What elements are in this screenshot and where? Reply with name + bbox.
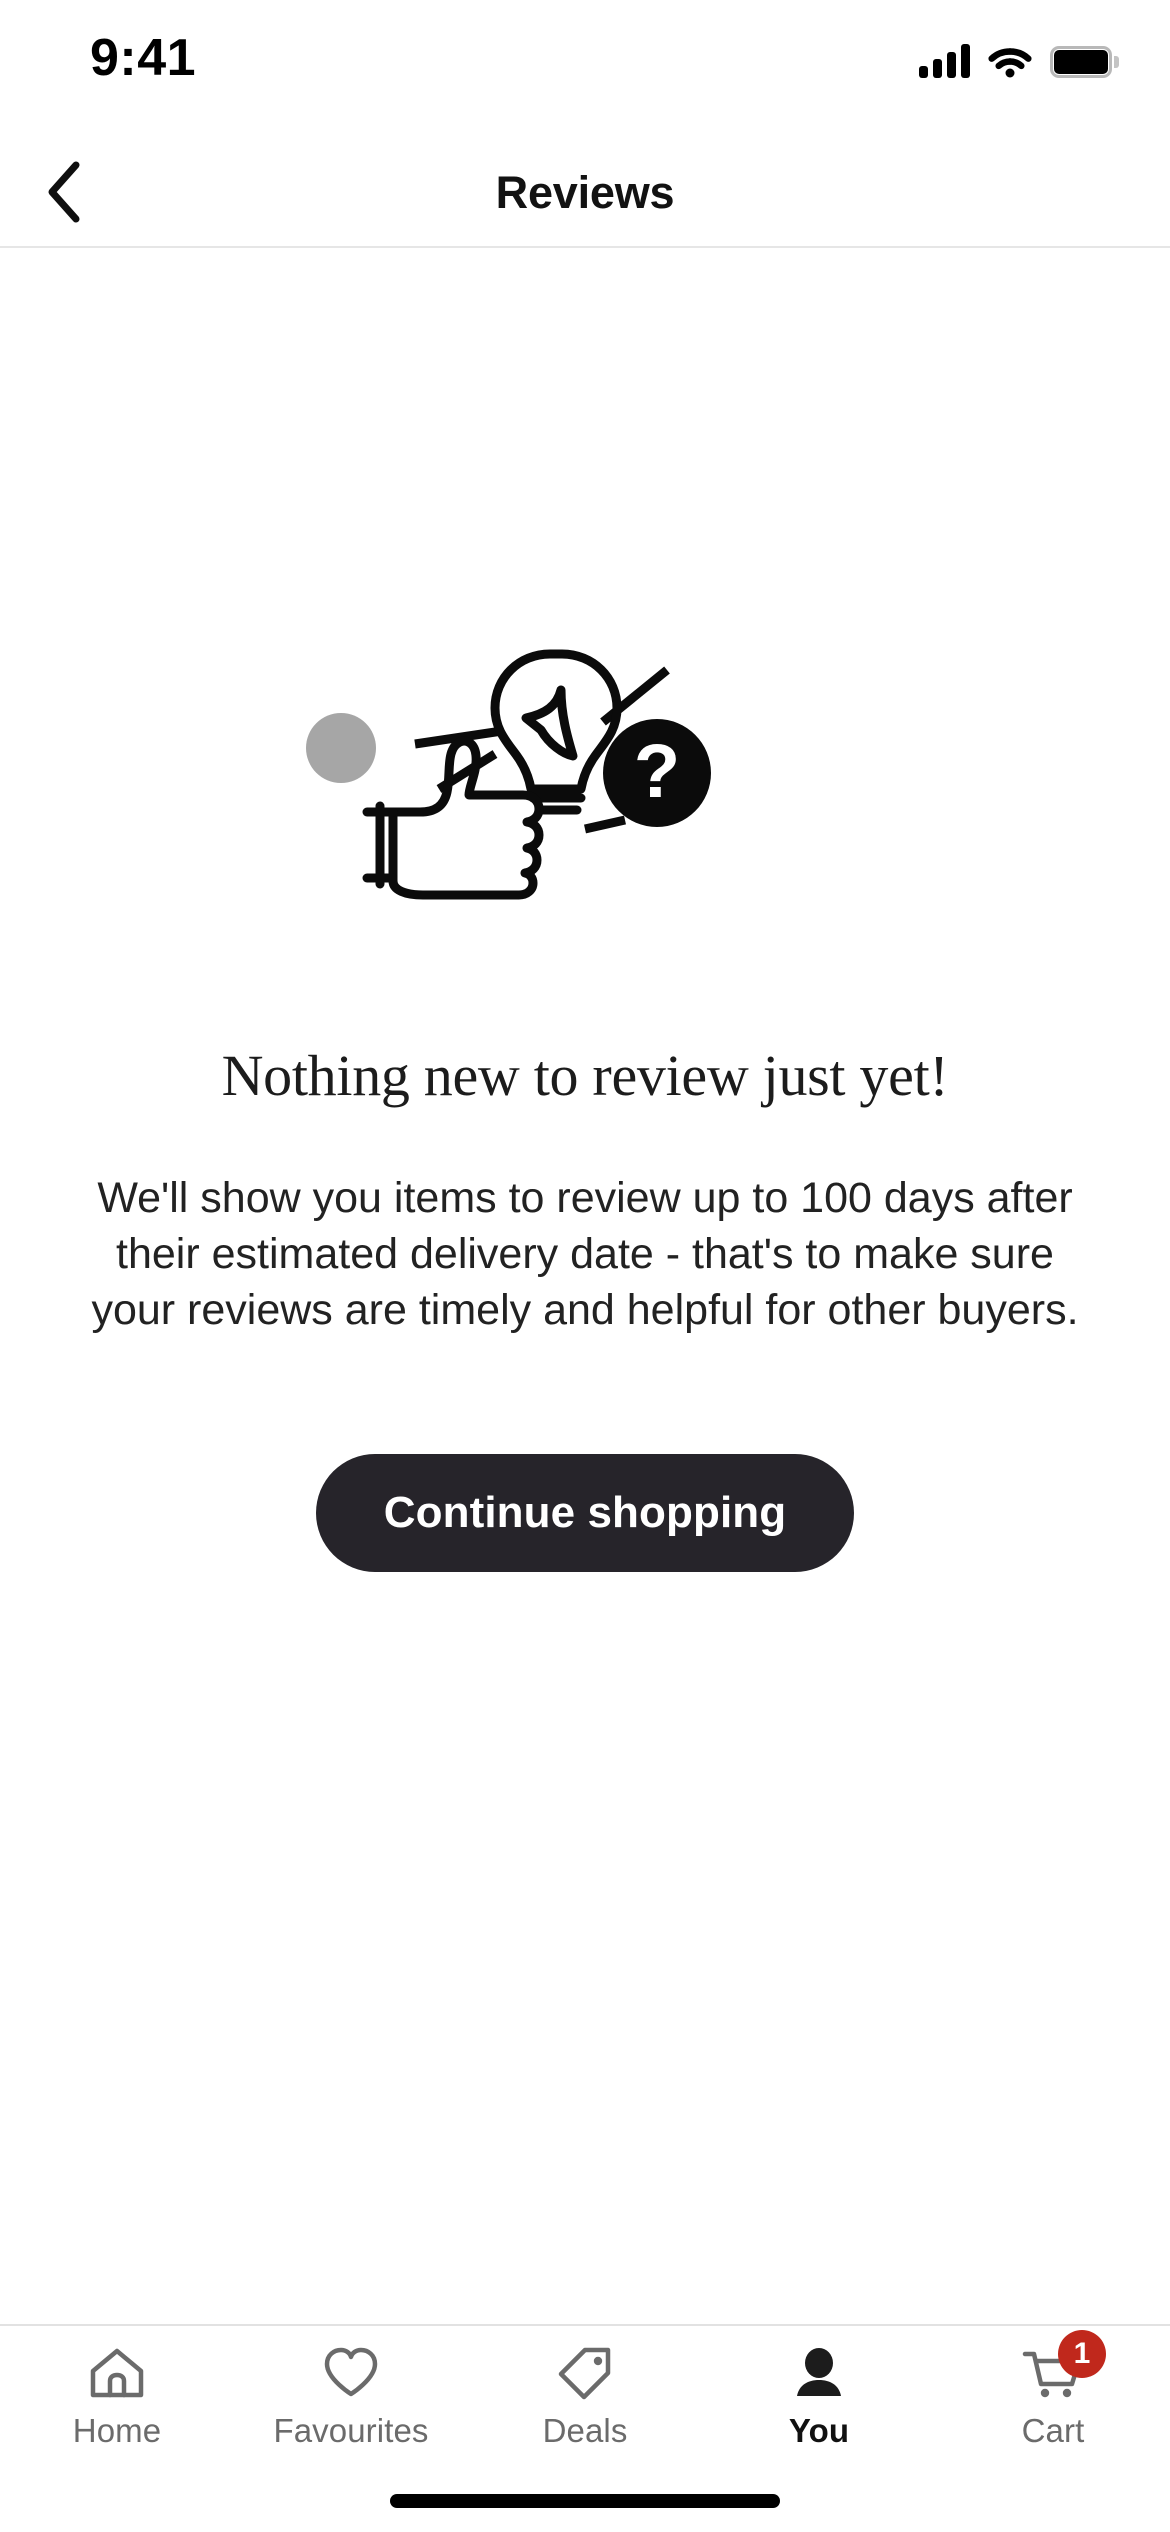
svg-text:?: ? — [634, 729, 680, 814]
tab-home[interactable]: Home — [0, 2344, 234, 2450]
wifi-icon — [988, 44, 1032, 78]
cart-icon: 1 — [1022, 2330, 1106, 2402]
tab-you[interactable]: You — [702, 2344, 936, 2450]
cta-container: Continue shopping — [36, 1453, 1134, 1572]
app-screen: 9:41 Reviews ? Nothing new to review jus… — [0, 0, 1170, 2532]
tab-deals[interactable]: Deals — [468, 2344, 702, 2450]
tab-favourites[interactable]: Favourites — [234, 2344, 468, 2450]
tab-label-favourites: Favourites — [273, 2412, 429, 2449]
continue-shopping-button[interactable]: Continue shopping — [315, 1453, 855, 1572]
page-title: Reviews — [495, 167, 675, 218]
status-bar: 9:41 — [0, 0, 1170, 140]
navigation-header: Reviews — [0, 140, 1170, 248]
tab-label-home: Home — [72, 2412, 162, 2449]
empty-state-description: We'll show you items to review up to 100… — [91, 1173, 1079, 1334]
empty-state-content: ? Nothing new to review just yet! We'll … — [0, 248, 1170, 2324]
tab-label-deals: Deals — [542, 2412, 628, 2449]
tab-cart[interactable]: 1 Cart — [936, 2330, 1170, 2450]
cart-badge-count: 1 — [1058, 2330, 1106, 2378]
person-icon — [788, 2344, 850, 2402]
chevron-left-icon — [44, 161, 84, 228]
tab-label-you: You — [788, 2412, 850, 2449]
thumbs-up-icon — [362, 736, 544, 900]
empty-state-headline: Nothing new to review just yet! — [221, 1043, 949, 1108]
tab-label-cart: Cart — [1021, 2412, 1085, 2449]
home-indicator-bar[interactable] — [390, 2494, 780, 2508]
status-bar-indicators — [919, 34, 1119, 78]
home-icon — [86, 2344, 148, 2402]
tag-icon — [554, 2344, 616, 2402]
lightbulb-icon — [490, 649, 622, 815]
back-button[interactable] — [16, 140, 112, 248]
question-mark-badge-icon: ? — [603, 719, 711, 827]
home-indicator-zone — [0, 2470, 1170, 2532]
heart-icon — [320, 2344, 382, 2402]
gray-dot — [306, 713, 376, 783]
cellular-signal-icon — [919, 44, 970, 78]
status-bar-time: 9:41 — [90, 29, 197, 87]
lightbulb-thumbs-up-question-illustration: ? — [305, 626, 865, 900]
battery-full-icon — [1050, 46, 1119, 78]
bottom-tab-bar: Home Favourites Deals You 1 Cart — [0, 2324, 1170, 2470]
